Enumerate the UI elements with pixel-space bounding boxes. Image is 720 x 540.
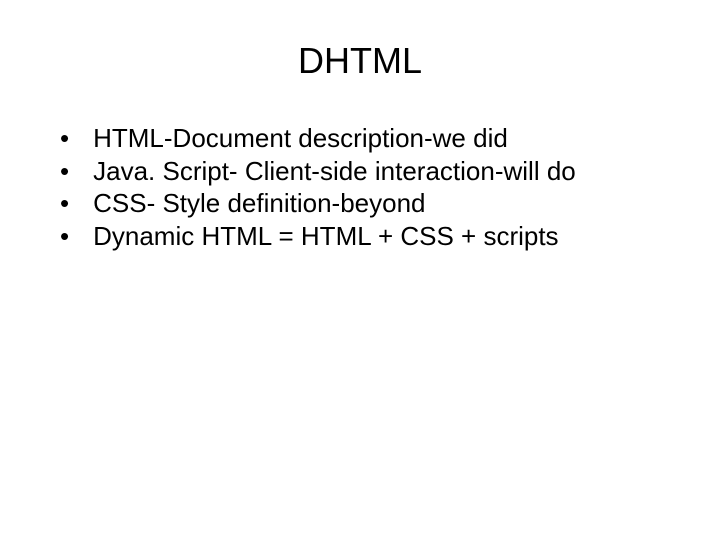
- list-item: • Dynamic HTML = HTML + CSS + scripts: [60, 220, 680, 253]
- bullet-text: Dynamic HTML = HTML + CSS + scripts: [93, 220, 680, 253]
- bullet-icon: •: [60, 220, 69, 253]
- list-item: • Java. Script- Client-side interaction-…: [60, 155, 680, 188]
- list-item: • HTML-Document description-we did: [60, 122, 680, 155]
- bullet-icon: •: [60, 155, 69, 188]
- bullet-icon: •: [60, 187, 69, 220]
- bullet-text: CSS- Style definition-beyond: [93, 187, 680, 220]
- list-item: • CSS- Style definition-beyond: [60, 187, 680, 220]
- bullet-text: HTML-Document description-we did: [93, 122, 680, 155]
- bullet-text: Java. Script- Client-side interaction-wi…: [93, 155, 680, 188]
- slide-title: DHTML: [40, 40, 680, 82]
- bullet-list: • HTML-Document description-we did • Jav…: [40, 122, 680, 252]
- bullet-icon: •: [60, 122, 69, 155]
